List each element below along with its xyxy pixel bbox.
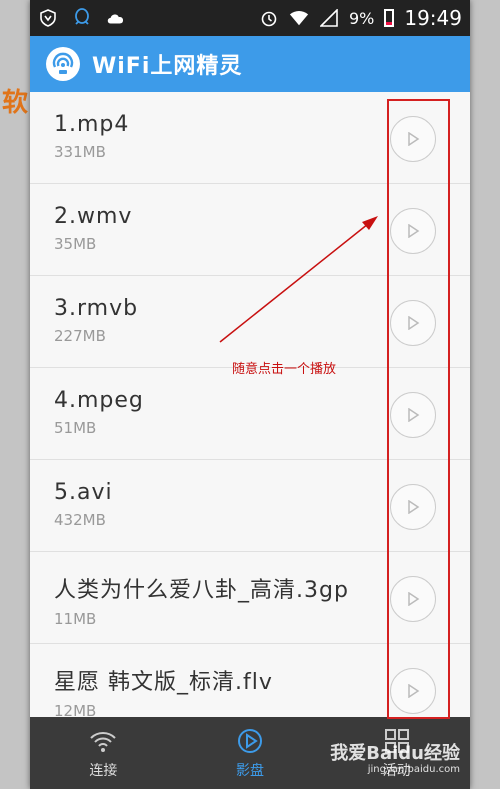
play-icon: [408, 500, 420, 514]
video-file-list: 1.mp4 331MB 2.wmv 35MB 3.rmvb 227MB 4.mp…: [30, 92, 470, 717]
tab-connect[interactable]: 连接: [30, 717, 177, 789]
tab-label: 影盘: [236, 763, 264, 779]
qq-icon: [72, 8, 92, 28]
list-item[interactable]: 5.avi 432MB: [30, 460, 470, 552]
play-button[interactable]: [390, 668, 436, 714]
background-fragment: 软: [2, 88, 29, 118]
play-button[interactable]: [390, 576, 436, 622]
list-item[interactable]: 3.rmvb 227MB: [30, 276, 470, 368]
watermark-url: jingyan.baidu.com: [367, 764, 460, 775]
status-time: 19:49: [404, 6, 462, 30]
app-title: WiFi上网精灵: [92, 54, 243, 79]
background-right: [470, 0, 500, 789]
list-item[interactable]: 4.mpeg 51MB: [30, 368, 470, 460]
play-button[interactable]: [390, 300, 436, 346]
play-circle-icon: [238, 729, 262, 753]
list-item[interactable]: 人类为什么爱八卦_高清.3gp 11MB: [30, 552, 470, 644]
baidu-watermark: 我爱Baidu经验 jingyan.baidu.com: [330, 744, 460, 775]
battery-percent: 9%: [348, 8, 375, 28]
play-icon: [408, 132, 420, 146]
play-icon: [408, 224, 420, 238]
alarm-icon: [259, 8, 279, 28]
status-bar: 9% 19:49: [30, 0, 470, 36]
tab-label: 连接: [89, 763, 118, 779]
app-logo-icon: [46, 47, 80, 81]
play-icon: [408, 408, 420, 422]
wifi-icon: [90, 732, 117, 752]
battery-icon: [384, 9, 395, 27]
play-icon: [408, 316, 420, 330]
play-button[interactable]: [390, 208, 436, 254]
play-icon: [408, 592, 420, 606]
list-item[interactable]: 1.mp4 331MB: [30, 92, 470, 184]
list-item[interactable]: 2.wmv 35MB: [30, 184, 470, 276]
phone-screen: 9% 19:49 WiFi上网精灵 1.mp4 331MB 2.wmv 35MB: [30, 0, 470, 789]
cloud-icon: [106, 8, 126, 28]
play-button[interactable]: [390, 392, 436, 438]
wifi-signal-icon: [289, 8, 309, 28]
play-icon: [408, 684, 420, 698]
play-button[interactable]: [390, 116, 436, 162]
tab-video-disk[interactable]: 影盘: [177, 717, 324, 789]
shield-icon: [38, 8, 58, 28]
app-bar: WiFi上网精灵: [30, 36, 470, 92]
list-item[interactable]: 星愿 韩文版_标清.flv 12MB: [30, 644, 470, 717]
annotation-text: 随意点击一个播放: [232, 362, 337, 377]
play-button[interactable]: [390, 484, 436, 530]
watermark-main: 我爱Baidu经验: [330, 743, 460, 765]
cell-signal-icon: [319, 8, 339, 28]
